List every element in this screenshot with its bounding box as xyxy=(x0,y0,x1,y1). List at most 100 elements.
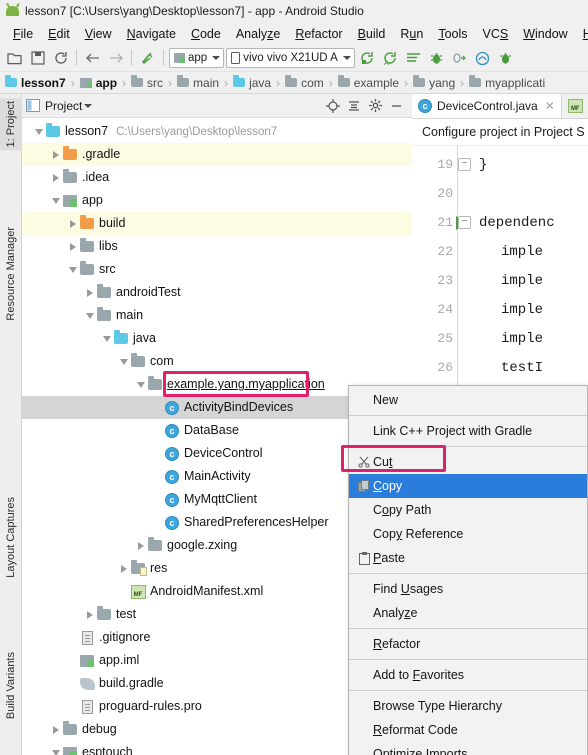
context-menu-item-browse-type-hierarchy[interactable]: Browse Type Hierarchy xyxy=(349,694,587,718)
tree-node-com[interactable]: com xyxy=(22,350,412,373)
chevron-down-icon[interactable] xyxy=(49,746,62,755)
run-configuration-selector[interactable]: app xyxy=(169,48,225,68)
chevron-right-icon[interactable] xyxy=(49,171,62,184)
chevron-down-icon[interactable] xyxy=(83,309,96,322)
hammer-icon[interactable] xyxy=(137,48,158,69)
context-menu-item-link-c-project-with-gradle[interactable]: Link C++ Project with Gradle xyxy=(349,419,587,443)
breadcrumb-item-java[interactable]: java xyxy=(233,75,271,90)
context-menu-item-copy-path[interactable]: Copy Path xyxy=(349,498,587,522)
device-selector[interactable]: vivo vivo X21UD A xyxy=(226,48,355,68)
tree-node-src[interactable]: src xyxy=(22,258,412,281)
sync-icon[interactable] xyxy=(50,48,71,69)
fold-expand-icon[interactable]: − xyxy=(458,216,471,229)
close-icon[interactable]: ✕ xyxy=(545,99,555,113)
context-menu-item-copy[interactable]: Copy xyxy=(349,474,587,498)
menu-build[interactable]: Build xyxy=(351,25,393,43)
breadcrumb-item-src[interactable]: src xyxy=(131,75,163,90)
tool-window-tab-layout-captures[interactable]: Layout Captures xyxy=(0,494,22,581)
run-icon[interactable] xyxy=(357,48,378,69)
debug-icon[interactable] xyxy=(426,48,447,69)
chevron-right-icon[interactable] xyxy=(66,240,79,253)
context-menu-item-analyze[interactable]: Analyze xyxy=(349,601,587,625)
folder-icon xyxy=(80,238,94,252)
chevron-right-icon[interactable] xyxy=(117,562,130,575)
chevron-right-icon[interactable] xyxy=(83,286,96,299)
tree-node-icon xyxy=(147,376,163,393)
chevron-down-icon[interactable] xyxy=(84,103,93,108)
profiler-icon[interactable] xyxy=(472,48,493,69)
tree-node-java[interactable]: java xyxy=(22,327,412,350)
logcat-icon[interactable] xyxy=(403,48,424,69)
menu-window[interactable]: Window xyxy=(516,25,574,43)
chevron-right-icon[interactable] xyxy=(83,608,96,621)
tree-node-label: res xyxy=(150,561,168,576)
menu-run[interactable]: Run xyxy=(393,25,430,43)
context-menu-item-reformat-code[interactable]: Reformat Code xyxy=(349,718,587,742)
menu-vcs[interactable]: VCS xyxy=(476,25,516,43)
menu-file[interactable]: File xyxy=(6,25,40,43)
breadcrumb-item-example[interactable]: example xyxy=(337,75,399,90)
tree-node-androidtest[interactable]: androidTest xyxy=(22,281,412,304)
context-menu-item-optimize-imports[interactable]: Optimize Imports xyxy=(349,742,587,755)
menu-edit[interactable]: Edit xyxy=(41,25,77,43)
tree-node-build[interactable]: build xyxy=(22,212,412,235)
breadcrumb-item-yang[interactable]: yang xyxy=(413,75,455,90)
context-menu-item-find-usages[interactable]: Find Usages xyxy=(349,577,587,601)
tool-window-tab-build-variants[interactable]: Build Variants xyxy=(0,649,22,722)
minimize-icon[interactable] xyxy=(388,98,404,114)
editor-tab-manifest[interactable]: MF xyxy=(561,94,588,118)
breadcrumb-item-lesson7[interactable]: lesson7 xyxy=(5,75,66,90)
tree-node-idea[interactable]: .idea xyxy=(22,166,412,189)
tree-node-lesson7[interactable]: lesson7 C:\Users\yang\Desktop\lesson7 xyxy=(22,120,412,143)
menu-analyze[interactable]: Analyze xyxy=(229,25,287,43)
menu-view[interactable]: View xyxy=(78,25,119,43)
breadcrumb-item-com[interactable]: com xyxy=(285,75,324,90)
chevron-right-icon[interactable] xyxy=(134,539,147,552)
context-menu-item-refactor[interactable]: Refactor xyxy=(349,632,587,656)
breadcrumb-item-app[interactable]: app xyxy=(79,76,117,90)
editor-tab-devicecontrol[interactable]: c DeviceControl.java ✕ xyxy=(412,94,562,118)
context-menu-item-copy-reference[interactable]: Copy Reference xyxy=(349,522,587,546)
settings-gear-icon[interactable] xyxy=(367,98,383,114)
menu-refactor[interactable]: Refactor xyxy=(288,25,349,43)
context-menu[interactable]: New Link C++ Project with Gradle Cut Copy Co… xyxy=(348,385,588,755)
fold-collapse-icon[interactable]: − xyxy=(458,158,471,171)
line-number: 20 xyxy=(437,186,453,201)
tree-node-path: C:\Users\yang\Desktop\lesson7 xyxy=(116,125,278,138)
code-line: − dependenc xyxy=(458,208,588,237)
menu-navigate[interactable]: Navigate xyxy=(120,25,183,43)
collapse-all-icon[interactable] xyxy=(346,98,362,114)
context-menu-item-cut[interactable]: Cut xyxy=(349,450,587,474)
locate-icon[interactable] xyxy=(325,98,341,114)
chevron-down-icon[interactable] xyxy=(49,194,62,207)
context-menu-item-add-to-favorites[interactable]: Add to Favorites xyxy=(349,663,587,687)
context-menu-item-paste[interactable]: Paste xyxy=(349,546,587,570)
open-folder-icon[interactable] xyxy=(4,48,25,69)
tool-window-tab-project[interactable]: 1: Project xyxy=(0,98,22,151)
breadcrumb-item-main[interactable]: main xyxy=(177,75,219,90)
save-all-icon[interactable] xyxy=(27,48,48,69)
tree-node-gradle[interactable]: .gradle xyxy=(22,143,412,166)
context-menu-item-new[interactable]: New xyxy=(349,388,587,412)
chevron-down-icon[interactable] xyxy=(32,125,45,138)
sdk-manager-icon[interactable] xyxy=(495,48,516,69)
chevron-right-icon[interactable] xyxy=(66,217,79,230)
chevron-down-icon[interactable] xyxy=(134,378,147,391)
chevron-down-icon[interactable] xyxy=(117,355,130,368)
back-arrow-icon[interactable] xyxy=(82,48,103,69)
menu-tools[interactable]: Tools xyxy=(431,25,474,43)
chevron-right-icon[interactable] xyxy=(49,148,62,161)
tool-window-tab-resource-manager[interactable]: Resource Manager xyxy=(0,224,22,324)
chevron-down-icon[interactable] xyxy=(100,332,113,345)
run-with-coverage-icon[interactable]: A xyxy=(380,48,401,69)
tree-node-libs[interactable]: libs xyxy=(22,235,412,258)
tree-node-app[interactable]: app xyxy=(22,189,412,212)
menu-help[interactable]: Help xyxy=(576,25,588,43)
menu-code[interactable]: Code xyxy=(184,25,228,43)
forward-arrow-icon[interactable] xyxy=(105,48,126,69)
chevron-down-icon[interactable] xyxy=(66,263,79,276)
breadcrumb-item-myapplicati[interactable]: myapplicati xyxy=(469,75,545,90)
chevron-right-icon[interactable] xyxy=(49,723,62,736)
tree-node-main[interactable]: main xyxy=(22,304,412,327)
attach-debugger-icon[interactable] xyxy=(449,48,470,69)
